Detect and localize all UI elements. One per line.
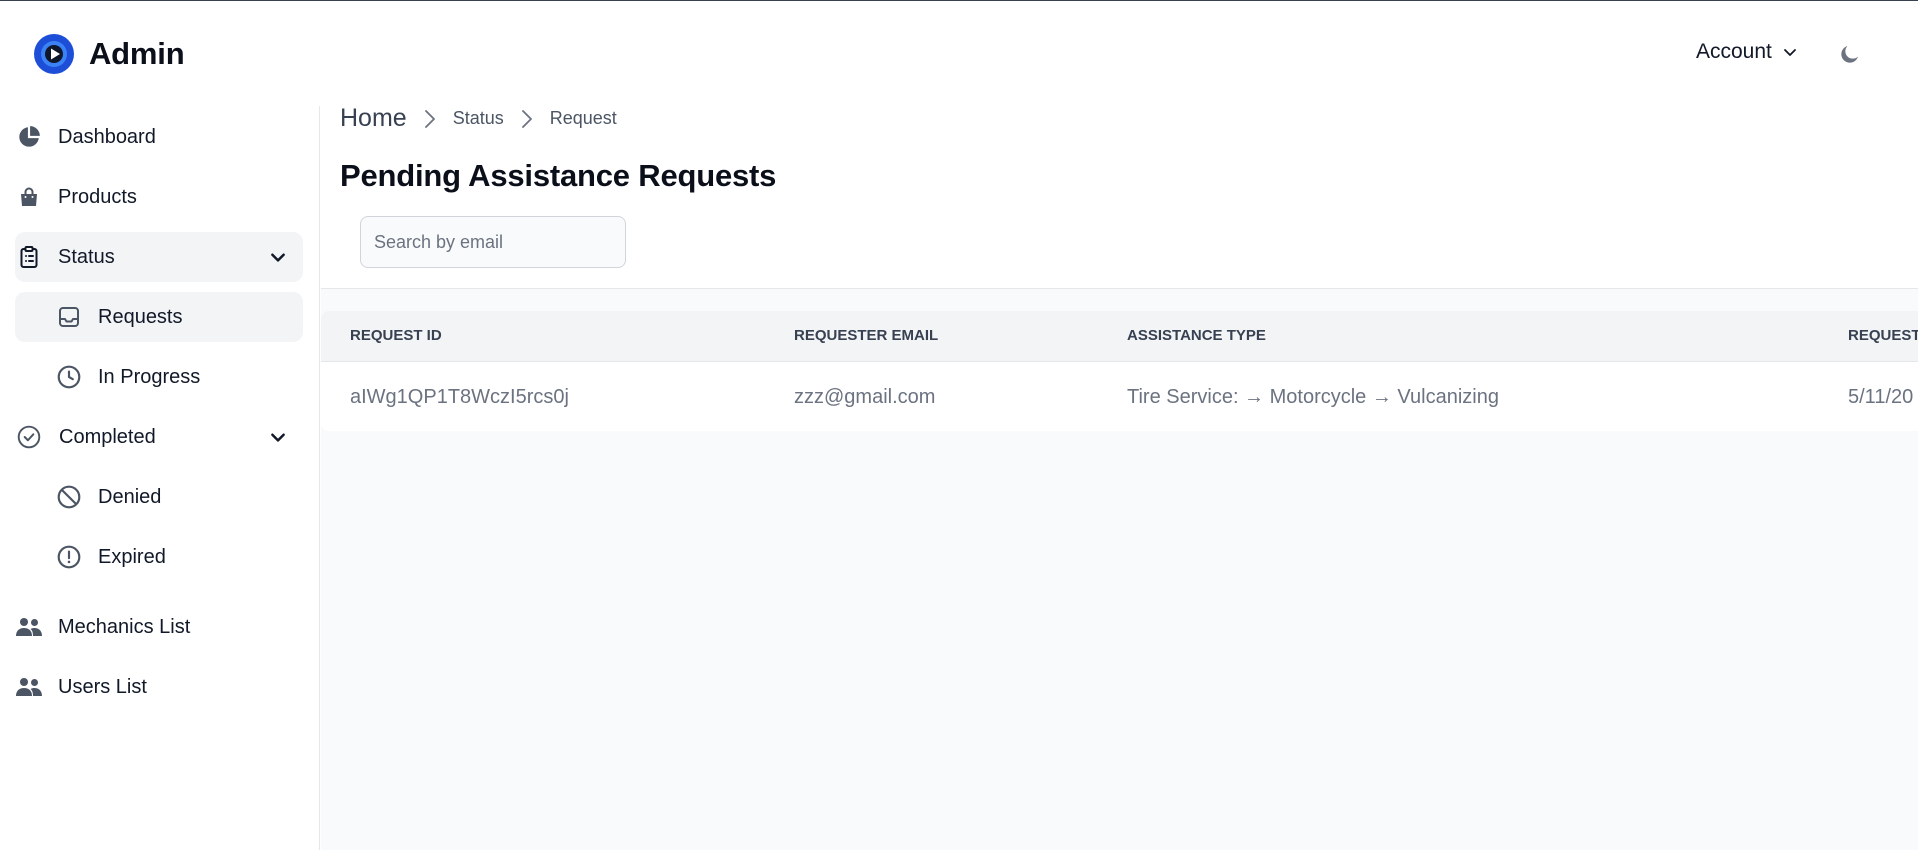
chevron-down-icon [271, 253, 285, 262]
clipboard-list-icon [15, 243, 43, 271]
chevron-down-icon [1783, 49, 1796, 56]
cell-assistance-type: Tire Service: → Motorcycle → Vulcanizing [1127, 386, 1499, 408]
pie-chart-icon [15, 123, 43, 151]
ban-icon [55, 483, 83, 511]
users-icon [15, 613, 43, 641]
shopping-bag-icon [15, 183, 43, 211]
sidebar-item-label: Denied [98, 485, 162, 508]
column-header-assistance-type: Assistance Type [1127, 327, 1266, 344]
users-icon [15, 673, 43, 701]
sidebar-item-mechanics-list[interactable]: Mechanics List [15, 602, 303, 652]
moon-icon[interactable] [1838, 42, 1862, 66]
inbox-icon [55, 303, 83, 331]
table-row[interactable]: aIWg1QP1T8WczI5rcs0j zzz@gmail.com Tire … [321, 361, 1918, 431]
play-logo-icon [34, 34, 74, 74]
account-menu-button[interactable]: Account [1696, 40, 1798, 64]
column-header-request-date: Request [1848, 327, 1918, 344]
sidebar-item-label: Requests [98, 305, 183, 328]
sidebar-item-requests[interactable]: Requests [15, 292, 303, 342]
requests-table: Request ID Requester Email Assistance Ty… [321, 311, 1918, 431]
sidebar-item-users-list[interactable]: Users List [15, 662, 303, 712]
chevron-down-icon [271, 433, 285, 442]
sidebar: Dashboard Products Status Requests In Pr… [0, 106, 320, 850]
sidebar-item-label: Dashboard [58, 125, 156, 148]
column-header-requester-email: Requester Email [794, 327, 939, 344]
exclamation-circle-icon [55, 543, 83, 571]
chevron-right-icon [521, 109, 532, 128]
account-label: Account [1696, 40, 1772, 63]
clock-icon [55, 363, 83, 391]
sidebar-item-dashboard[interactable]: Dashboard [15, 112, 303, 162]
sidebar-item-status[interactable]: Status [15, 232, 303, 282]
sidebar-item-label: Expired [98, 545, 166, 568]
sidebar-item-completed[interactable]: Completed [15, 412, 303, 462]
cell-request-id: aIWg1QP1T8WczI5rcs0j [350, 386, 569, 408]
sidebar-item-label: Mechanics List [58, 615, 191, 638]
breadcrumb: Home Status Request [340, 104, 617, 133]
sidebar-item-label: Products [58, 185, 137, 208]
sidebar-item-expired[interactable]: Expired [15, 532, 303, 582]
sidebar-item-label: Completed [59, 425, 156, 448]
chevron-right-icon [424, 109, 435, 128]
sidebar-item-products[interactable]: Products [15, 172, 303, 222]
sidebar-item-label: In Progress [98, 365, 201, 388]
column-header-request-id: Request ID [350, 327, 442, 344]
check-circle-icon [15, 423, 43, 451]
window-top-border [0, 0, 1918, 1]
sidebar-item-denied[interactable]: Denied [15, 472, 303, 522]
sidebar-item-label: Users List [58, 675, 147, 698]
table-header: Request ID Requester Email Assistance Ty… [321, 311, 1918, 361]
app-title: Admin [89, 36, 185, 71]
breadcrumb-request: Request [549, 108, 617, 128]
breadcrumb-status[interactable]: Status [453, 108, 504, 129]
search-input[interactable] [360, 216, 626, 268]
cell-requester-email: zzz@gmail.com [794, 386, 936, 408]
breadcrumb-home[interactable]: Home [340, 104, 407, 133]
page-title: Pending Assistance Requests [340, 158, 777, 193]
sidebar-item-in-progress[interactable]: In Progress [15, 352, 303, 402]
cell-request-date: 5/11/20 [1848, 386, 1914, 408]
brand[interactable]: Admin [34, 34, 185, 74]
sidebar-item-label: Status [58, 245, 115, 268]
